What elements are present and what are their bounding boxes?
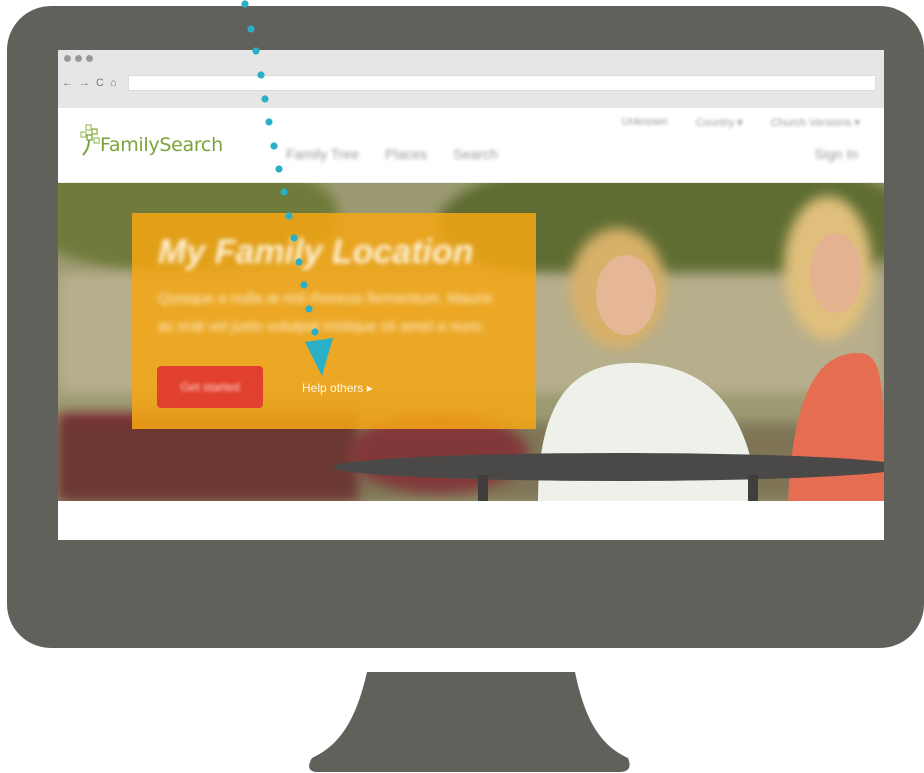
maximize-dot[interactable] [86,55,93,62]
util-nav-item[interactable]: Unknown [622,116,668,129]
logo-text: FamilySearch [100,134,223,156]
address-bar[interactable] [128,75,876,91]
utility-nav: Unknown Country ▾ Church Versions ▾ [622,116,860,129]
hero-body: Quisque a nulla at nisl rhoncus fermentu… [158,290,493,335]
nav-places[interactable]: Places [385,146,427,162]
window-controls [64,55,93,62]
sign-in-link[interactable]: Sign In [814,146,858,162]
home-icon[interactable]: ⌂ [110,77,117,89]
browser-window: ← → C ⌂ FamilySearch Unknown Country ▾ C… [58,50,884,540]
back-icon[interactable]: ← [62,77,73,89]
hero-callout-panel: My Family Location Quisque a nulla at ni… [132,213,536,429]
close-dot[interactable] [64,55,71,62]
familysearch-logo[interactable]: FamilySearch [80,124,223,158]
minimize-dot[interactable] [75,55,82,62]
get-started-button[interactable]: Get started [157,366,263,408]
hero-banner: My Family Location Quisque a nulla at ni… [58,183,884,501]
nav-family-tree[interactable]: Family Tree [286,146,359,162]
help-others-link[interactable]: Help others ▸ [302,381,373,395]
browser-chrome: ← → C ⌂ [58,50,884,108]
util-nav-church[interactable]: Church Versions ▾ [771,116,860,129]
nav-search[interactable]: Search [453,146,497,162]
hero-title: My Family Location [158,233,474,271]
forward-icon[interactable]: → [79,77,90,89]
browser-nav: ← → C ⌂ [62,77,117,89]
cta-label: Get started [180,380,240,394]
main-nav: Family Tree Places Search [286,146,498,162]
site-header: FamilySearch Unknown Country ▾ Church Ve… [58,108,884,183]
tree-logo-icon [80,124,100,156]
util-nav-country[interactable]: Country ▾ [696,116,743,129]
reload-icon[interactable]: C [96,77,104,89]
